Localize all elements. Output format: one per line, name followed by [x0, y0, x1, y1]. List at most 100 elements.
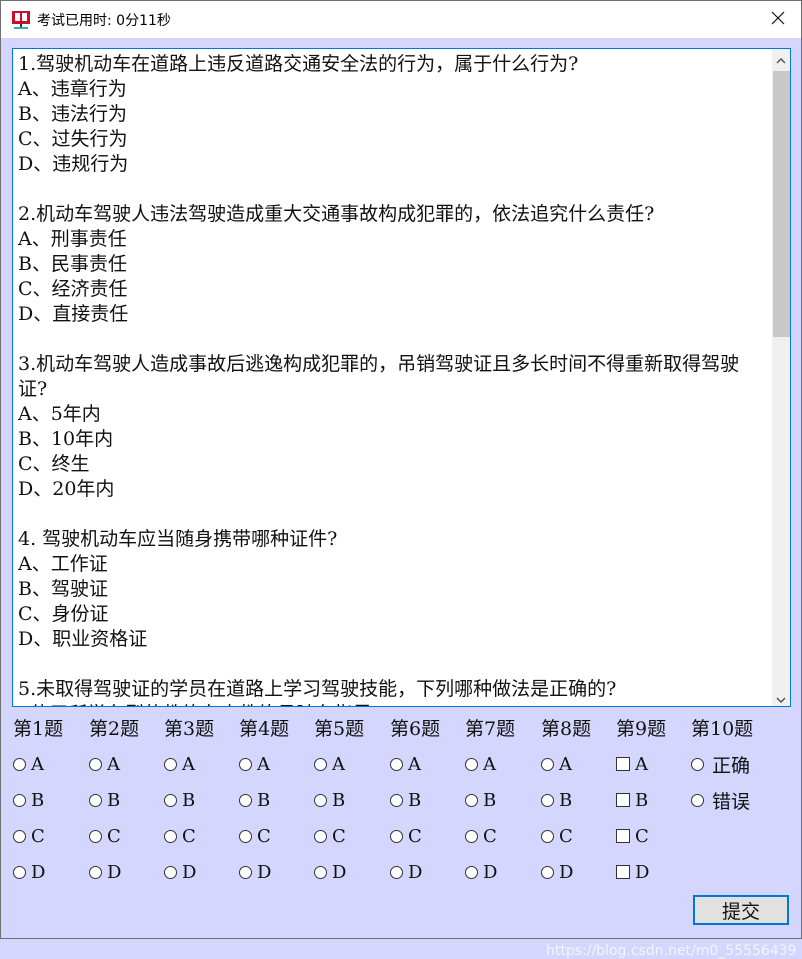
radio-option[interactable]: B	[164, 789, 195, 811]
radio-circle[interactable]	[390, 865, 403, 879]
radio-circle[interactable]	[239, 793, 252, 807]
option-label: A	[559, 753, 572, 775]
radio-circle[interactable]	[13, 865, 26, 879]
radio-option[interactable]: A	[465, 753, 496, 775]
question-header: 第4题	[239, 718, 290, 740]
radio-option[interactable]: B	[89, 789, 120, 811]
radio-circle[interactable]	[541, 865, 554, 879]
radio-circle[interactable]	[390, 829, 403, 843]
radio-circle[interactable]	[13, 793, 26, 807]
radio-circle[interactable]	[465, 757, 478, 771]
radio-circle[interactable]	[164, 793, 177, 807]
radio-circle[interactable]	[164, 757, 177, 771]
radio-option[interactable]: B	[390, 789, 421, 811]
radio-circle[interactable]	[239, 865, 252, 879]
radio-option[interactable]: C	[239, 825, 271, 847]
radio-option[interactable]: B	[465, 789, 496, 811]
radio-circle[interactable]	[239, 829, 252, 843]
option-label: 错误	[712, 790, 751, 813]
questions-textbox[interactable]: 1.驾驶机动车在道路上违反道路交通安全法的行为，属于什么行为? A、违章行为 B…	[12, 48, 791, 707]
exam-content: 1.驾驶机动车在道路上违反道路交通安全法的行为，属于什么行为? A、违章行为 B…	[1, 38, 801, 959]
option-label: D	[483, 861, 498, 883]
radio-option[interactable]: C	[89, 825, 121, 847]
radio-option[interactable]: A	[314, 753, 345, 775]
radio-circle[interactable]	[691, 793, 704, 807]
option-label: A	[408, 753, 421, 775]
radio-option[interactable]: C	[314, 825, 346, 847]
question-header: 第3题	[164, 718, 215, 740]
radio-option[interactable]: A	[390, 753, 421, 775]
radio-option[interactable]: D	[89, 861, 121, 883]
radio-option[interactable]: C	[390, 825, 422, 847]
checkbox-option[interactable]: C	[616, 825, 649, 847]
radio-option[interactable]: D	[239, 861, 271, 883]
option-label: C	[257, 825, 271, 847]
radio-option[interactable]: B	[13, 789, 44, 811]
radio-option[interactable]: C	[541, 825, 573, 847]
radio-option[interactable]: B	[239, 789, 270, 811]
checkbox-box[interactable]	[616, 829, 630, 843]
radio-circle[interactable]	[314, 829, 327, 843]
radio-option[interactable]: C	[13, 825, 45, 847]
radio-option[interactable]: C	[465, 825, 497, 847]
checkbox-option[interactable]: D	[616, 861, 649, 883]
radio-circle[interactable]	[314, 757, 327, 771]
radio-circle[interactable]	[89, 865, 102, 879]
radio-circle[interactable]	[314, 793, 327, 807]
checkbox-box[interactable]	[616, 793, 630, 807]
radio-circle[interactable]	[89, 757, 102, 771]
radio-circle[interactable]	[164, 829, 177, 843]
vertical-scrollbar[interactable]	[772, 49, 790, 706]
radio-circle[interactable]	[13, 829, 26, 843]
option-label: C	[483, 825, 497, 847]
checkbox-option[interactable]: B	[616, 789, 648, 811]
option-label: C	[332, 825, 346, 847]
radio-circle[interactable]	[89, 829, 102, 843]
radio-circle[interactable]	[390, 757, 403, 771]
radio-circle[interactable]	[465, 793, 478, 807]
option-label: B	[408, 789, 422, 811]
checkbox-box[interactable]	[616, 865, 630, 879]
radio-option[interactable]: D	[390, 861, 422, 883]
radio-circle[interactable]	[541, 757, 554, 771]
radio-option[interactable]: D	[314, 861, 346, 883]
scroll-down-button[interactable]	[772, 688, 790, 706]
questions-text: 1.驾驶机动车在道路上违反道路交通安全法的行为，属于什么行为? A、违章行为 B…	[18, 53, 740, 706]
radio-circle[interactable]	[314, 865, 327, 879]
radio-circle[interactable]	[164, 865, 177, 879]
radio-circle[interactable]	[541, 793, 554, 807]
close-button[interactable]	[755, 1, 801, 38]
scroll-up-button[interactable]	[772, 49, 790, 67]
checkbox-box[interactable]	[616, 757, 630, 771]
radio-circle[interactable]	[89, 793, 102, 807]
radio-option[interactable]: A	[164, 753, 195, 775]
radio-option[interactable]: A	[13, 753, 44, 775]
radio-circle[interactable]	[13, 757, 26, 771]
radio-circle[interactable]	[239, 757, 252, 771]
radio-option[interactable]: 正确	[691, 753, 750, 777]
radio-option[interactable]: D	[541, 861, 573, 883]
radio-circle[interactable]	[691, 757, 704, 771]
radio-circle[interactable]	[390, 793, 403, 807]
radio-option[interactable]: D	[164, 861, 196, 883]
radio-option[interactable]: D	[13, 861, 45, 883]
option-label: C	[31, 825, 45, 847]
option-label: C	[107, 825, 121, 847]
radio-circle[interactable]	[465, 829, 478, 843]
submit-button[interactable]: 提交	[693, 895, 789, 925]
radio-option[interactable]: D	[465, 861, 497, 883]
option-label: C	[635, 825, 649, 847]
radio-option[interactable]: C	[164, 825, 196, 847]
checkbox-option[interactable]: A	[616, 753, 648, 775]
option-label: D	[257, 861, 272, 883]
radio-option[interactable]: A	[541, 753, 572, 775]
scroll-thumb[interactable]	[773, 71, 790, 337]
radio-option[interactable]: B	[541, 789, 572, 811]
radio-circle[interactable]	[541, 829, 554, 843]
radio-circle[interactable]	[465, 865, 478, 879]
radio-option[interactable]: A	[89, 753, 120, 775]
option-label: D	[107, 861, 122, 883]
radio-option[interactable]: B	[314, 789, 345, 811]
radio-option[interactable]: 错误	[691, 789, 751, 813]
radio-option[interactable]: A	[239, 753, 270, 775]
